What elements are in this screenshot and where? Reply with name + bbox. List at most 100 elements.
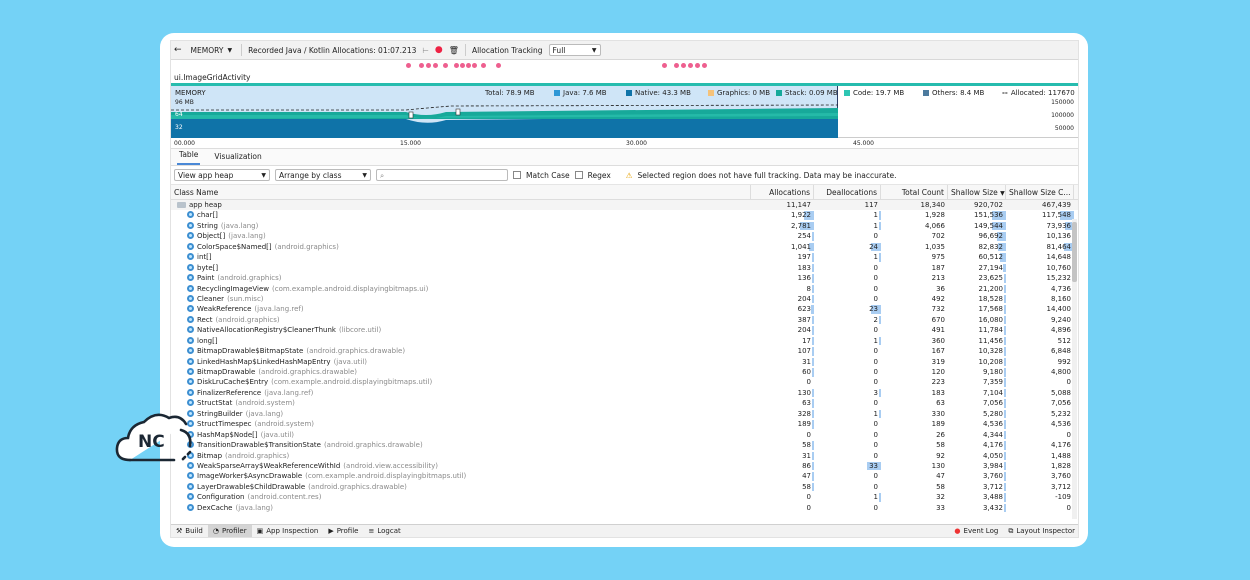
- touch-event-marker[interactable]: [419, 63, 424, 68]
- cell-value: 360: [931, 336, 945, 345]
- column-shallow-size-change[interactable]: Shallow Size C...: [1006, 184, 1074, 200]
- shallow-size-change-cell: 6,848: [1006, 346, 1074, 356]
- table-row[interactable]: String (java.lang) 2,781 1 4,066 149,544 73,93…: [171, 221, 1078, 231]
- legend-stack: Stack: 0.09 MB: [776, 89, 838, 97]
- touch-event-marker[interactable]: [466, 63, 471, 68]
- logcat-tool-button[interactable]: ≡ Logcat: [363, 525, 405, 538]
- right-axis-label: 50000: [1054, 125, 1074, 132]
- profiler-select[interactable]: MEMORY ▼: [188, 44, 236, 56]
- table-row[interactable]: HashMap$Node[] (java.util) 0 0 26 4,344 0: [171, 430, 1078, 440]
- table-row[interactable]: byte[] 183 0 187 27,194 10,760: [171, 263, 1078, 273]
- table-row[interactable]: Paint (android.graphics) 136 0 213 23,625 15,2…: [171, 273, 1078, 283]
- table-row[interactable]: WeakSparseArray$WeakReferenceWithId (andr…: [171, 461, 1078, 471]
- table-row[interactable]: StringBuilder (java.lang) 328 1 330 5,280 5,23…: [171, 409, 1078, 419]
- table-row[interactable]: DexCache (java.lang) 0 0 33 3,432 0: [171, 503, 1078, 513]
- column-deallocations[interactable]: Deallocations: [814, 184, 881, 200]
- table-row[interactable]: NativeAllocationRegistry$CleanerThunk (li…: [171, 325, 1078, 335]
- shallow-size-change-cell: 117,548: [1006, 210, 1074, 220]
- time-tick: 15.000: [400, 140, 421, 147]
- memory-chart-title: MEMORY: [175, 89, 206, 97]
- table-row[interactable]: LayerDrawable$ChildDrawable (android.grap…: [171, 482, 1078, 492]
- class-name: byte[]: [197, 263, 219, 272]
- class-name: TransitionDrawable$TransitionState: [197, 441, 321, 450]
- deallocations-cell: 0: [814, 231, 881, 241]
- event-log-button[interactable]: ● Event Log: [949, 525, 1003, 538]
- shallow-size-cell: 3,712: [948, 482, 1006, 492]
- folder-icon: [177, 202, 186, 208]
- search-input[interactable]: ⌕: [376, 169, 508, 181]
- deallocations-cell: 0: [814, 398, 881, 408]
- split-icon[interactable]: ⊢: [422, 46, 429, 55]
- cell-value: 0: [873, 294, 878, 303]
- table-row[interactable]: long[] 17 1 360 11,456 512: [171, 336, 1078, 346]
- touch-event-marker[interactable]: [443, 63, 448, 68]
- record-icon[interactable]: ●: [435, 45, 443, 55]
- touch-event-marker[interactable]: [454, 63, 459, 68]
- memory-chart[interactable]: MEMORY 96 MB 64 32 Total: 78.9 MB Java: …: [171, 86, 1078, 138]
- table-row[interactable]: RecyclingImageView (com.example.android.d…: [171, 284, 1078, 294]
- profiler-tool-button[interactable]: ◔ Profiler: [207, 524, 252, 537]
- tab-table[interactable]: Table: [177, 150, 201, 165]
- touch-event-marker[interactable]: [688, 63, 693, 68]
- table-row[interactable]: ColorSpace$Named[] (android.graphics) 1,04…: [171, 242, 1078, 252]
- touch-event-marker[interactable]: [481, 63, 486, 68]
- back-arrow-icon[interactable]: ←: [174, 45, 182, 55]
- heap-select[interactable]: View app heap ▼: [174, 169, 270, 181]
- touch-event-marker[interactable]: [662, 63, 667, 68]
- table-row[interactable]: Object[] (java.lang) 254 0 702 96,692 10,136: [171, 231, 1078, 241]
- table-row[interactable]: DiskLruCache$Entry (com.example.android.d…: [171, 377, 1078, 387]
- table-row[interactable]: BitmapDrawable$BitmapState (android.graph…: [171, 346, 1078, 356]
- table-row[interactable]: LinkedHashMap$LinkedHashMapEntry (java.ut…: [171, 357, 1078, 367]
- touch-event-marker[interactable]: [406, 63, 411, 68]
- arrange-select[interactable]: Arrange by class ▼: [275, 169, 371, 181]
- table-row[interactable]: StructTimespec (android.system) 189 0 189 4,5…: [171, 419, 1078, 429]
- table-row[interactable]: ImageWorker$AsyncDrawable (com.example.an…: [171, 471, 1078, 481]
- column-total-count[interactable]: Total Count: [881, 184, 948, 200]
- table-row[interactable]: char[] 1,922 1 1,928 151,536 117,548: [171, 210, 1078, 220]
- touch-event-marker[interactable]: [426, 63, 431, 68]
- shallow-size-cell: 16,080: [948, 315, 1006, 325]
- table-row[interactable]: BitmapDrawable (android.graphics.drawable…: [171, 367, 1078, 377]
- table-row[interactable]: app heap 11,147 117 18,340 920,702 467,439: [171, 200, 1078, 211]
- table-row[interactable]: int[] 197 1 975 60,512 14,648: [171, 252, 1078, 262]
- cell-value: 14,400: [1046, 305, 1072, 314]
- table-row[interactable]: StructStat (android.system) 63 0 63 7,056 7,05…: [171, 398, 1078, 408]
- touch-event-marker[interactable]: [433, 63, 438, 68]
- class-name-cell: app heap: [171, 200, 751, 210]
- allocation-tracking-select[interactable]: Full ▼: [548, 44, 601, 56]
- class-name-cell: Cleaner (sun.misc): [171, 294, 751, 304]
- table-row[interactable]: Bitmap (android.graphics) 31 0 92 4,050 1,488: [171, 451, 1078, 461]
- cell-value: 1: [873, 493, 878, 502]
- scrollbar-thumb[interactable]: [1072, 222, 1077, 282]
- match-case-checkbox[interactable]: [513, 171, 521, 179]
- trash-icon[interactable]: 🗑: [449, 46, 459, 55]
- column-class-name[interactable]: Class Name: [171, 184, 751, 200]
- table-row[interactable]: FinalizerReference (java.lang.ref) 130 3 183…: [171, 388, 1078, 398]
- tab-visualization[interactable]: Visualization: [212, 152, 263, 165]
- column-allocations[interactable]: Allocations: [751, 184, 814, 200]
- table-row[interactable]: Rect (android.graphics) 387 2 670 16,080 9,240: [171, 315, 1078, 325]
- table-row[interactable]: WeakReference (java.lang.ref) 623 23 732 17,5…: [171, 304, 1078, 314]
- touch-event-marker[interactable]: [695, 63, 700, 68]
- cell-value: 183: [931, 388, 945, 397]
- tool-window-bar: ⚒ Build ◔ Profiler ▣ App Inspection ▶ Profil…: [171, 524, 1078, 538]
- build-tool-button[interactable]: ⚒ Build: [171, 525, 208, 538]
- touch-event-marker[interactable]: [702, 63, 707, 68]
- touch-event-marker[interactable]: [472, 63, 477, 68]
- profile-tool-button[interactable]: ▶ Profile: [323, 525, 363, 538]
- layout-inspector-button[interactable]: ⧉ Layout Inspector: [1003, 525, 1078, 538]
- column-shallow-size[interactable]: Shallow Size ▼: [948, 184, 1006, 200]
- touch-event-marker[interactable]: [460, 63, 465, 68]
- package-name: (android.graphics.drawable): [323, 441, 423, 450]
- app-inspection-tool-button[interactable]: ▣ App Inspection: [252, 525, 324, 538]
- touch-event-marker[interactable]: [681, 63, 686, 68]
- class-table-body: app heap 11,147 117 18,340 920,702 467,439 cha…: [171, 200, 1078, 513]
- touch-event-marker[interactable]: [674, 63, 679, 68]
- regex-checkbox[interactable]: [574, 171, 583, 179]
- table-row[interactable]: TransitionDrawable$TransitionState (andro…: [171, 440, 1078, 450]
- activity-label: ui.ImageGridActivity: [174, 73, 251, 82]
- touch-event-marker[interactable]: [496, 63, 501, 68]
- class-name-cell: DexCache (java.lang): [171, 503, 751, 513]
- table-row[interactable]: Cleaner (sun.misc) 204 0 492 18,528 8,160: [171, 294, 1078, 304]
- table-row[interactable]: Configuration (android.content.res) 0 1 32 3,…: [171, 492, 1078, 502]
